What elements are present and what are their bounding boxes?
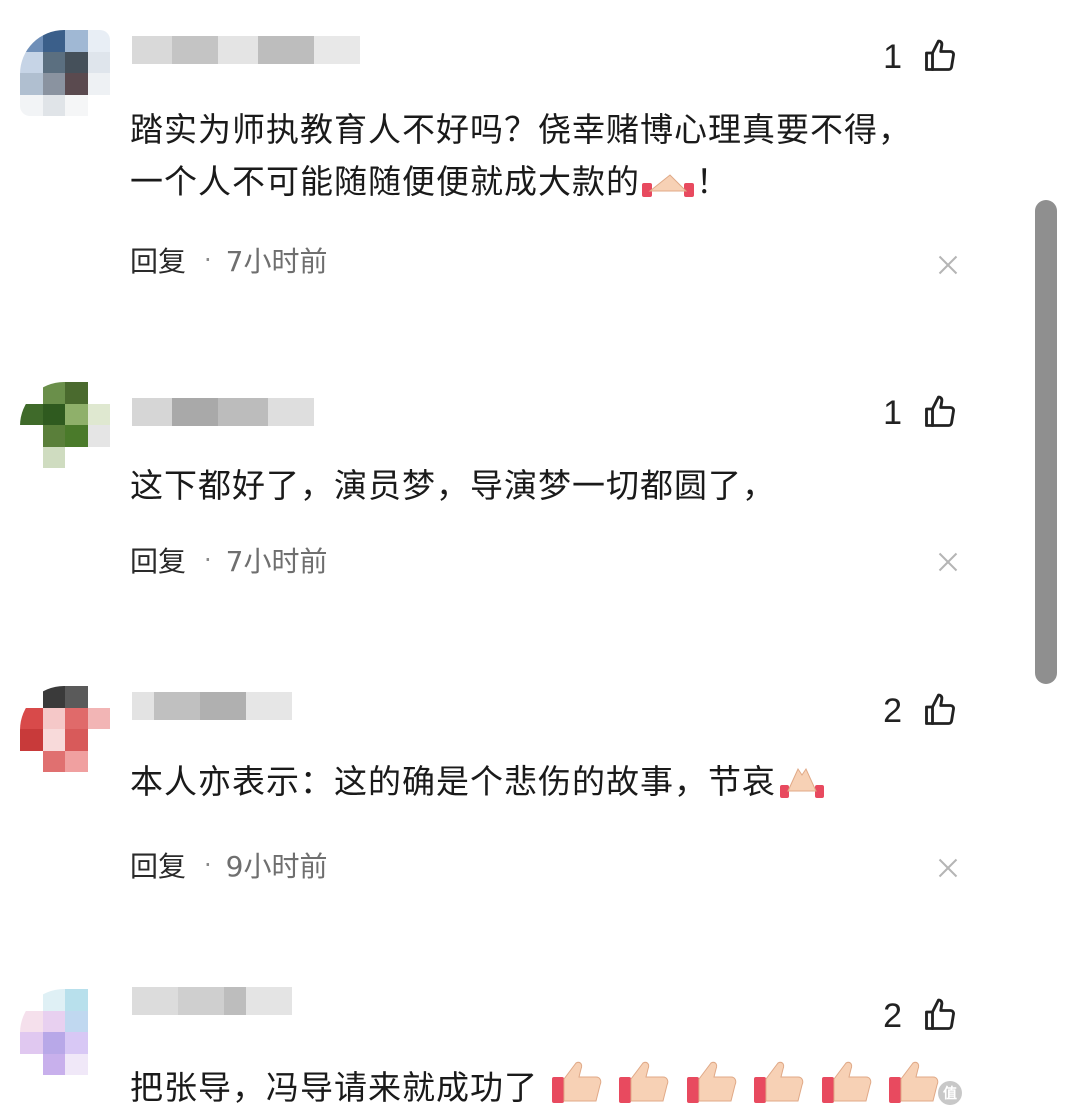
thumbs-up-emoji-row [538, 1061, 943, 1107]
like-count: 1 [883, 38, 902, 76]
comment-meta: 回复 · 9小时前 [130, 845, 327, 885]
like-count: 2 [883, 692, 902, 730]
username-blurred[interactable] [132, 36, 360, 64]
comment-text: 这下都好了，演员梦，导演梦一切都圆了， [130, 460, 776, 512]
comment-text: 把张导，冯导请来就成功了 [130, 1059, 943, 1114]
watermark-logo-icon: 值 [938, 1080, 962, 1105]
username-blurred[interactable] [132, 987, 292, 1015]
separator-dot: · [204, 851, 212, 879]
comment-text-segment: 把张导，冯导请来就成功了 [130, 1068, 538, 1107]
close-icon[interactable] [938, 858, 958, 878]
pray-hands-emoji-icon [780, 767, 824, 798]
comment-2: 1 这下都好了，演员梦，导演梦一切都圆了， 回复 · 7小时前 [0, 370, 1030, 620]
thumbs-up-emoji-icon [551, 1061, 601, 1103]
comment-3: 2 本人亦表示：这的确是个悲伤的故事，节哀 回复 · 9小时前 [0, 670, 1030, 930]
comment-meta: 回复 · 7小时前 [130, 240, 327, 280]
thumbs-up-icon[interactable] [922, 692, 958, 728]
thumbs-up-icon[interactable] [922, 394, 958, 430]
avatar[interactable] [20, 989, 110, 1075]
comment-text-line: 本人亦表示：这的确是个悲伤的故事，节哀 [130, 756, 828, 808]
reply-button[interactable]: 回复 [130, 240, 186, 280]
thumbs-up-emoji-icon [821, 1061, 871, 1103]
watermark-text: 什么值得买 [970, 1082, 1070, 1106]
thumbs-up-icon[interactable] [922, 38, 958, 74]
avatar[interactable] [20, 686, 110, 772]
timestamp: 7小时前 [225, 245, 328, 278]
comment-text-tail: ！ [696, 162, 730, 201]
comment-1: 1 踏实为师执教育人不好吗？侥幸赌博心理真要不得， 一个人不可能随随便便就成大款… [0, 0, 1030, 330]
close-icon[interactable] [938, 552, 958, 572]
thumbs-up-emoji-icon [686, 1061, 736, 1103]
like-count: 1 [883, 394, 902, 432]
avatar[interactable] [20, 30, 110, 116]
comment-text-line: 一个人不可能随随便便就成大款的 ！ [130, 156, 912, 208]
comment-text: 本人亦表示：这的确是个悲伤的故事，节哀 [130, 756, 828, 808]
comment-meta: 回复 · 7小时前 [130, 540, 327, 580]
comment-text-line: 把张导，冯导请来就成功了 [130, 1059, 943, 1114]
timestamp: 9小时前 [225, 850, 328, 883]
like-count: 2 [883, 997, 902, 1035]
scrollbar-thumb[interactable] [1035, 200, 1057, 684]
avatar[interactable] [20, 382, 110, 468]
comment-text: 踏实为师执教育人不好吗？侥幸赌博心理真要不得， 一个人不可能随随便便就成大款的 … [130, 104, 912, 208]
comment-text-line: 踏实为师执教育人不好吗？侥幸赌博心理真要不得， [130, 110, 912, 149]
username-blurred[interactable] [132, 692, 292, 720]
comment-4: 2 把张导，冯导请来就成功了 [0, 975, 1030, 1115]
comment-text-segment: 本人亦表示：这的确是个悲伤的故事，节哀 [130, 762, 776, 801]
separator-dot: · [204, 546, 212, 574]
thumbs-up-emoji-icon [889, 1061, 939, 1103]
thumbs-up-emoji-icon [754, 1061, 804, 1103]
pray-hands-emoji-icon [642, 174, 694, 197]
reply-button[interactable]: 回复 [130, 845, 186, 885]
reply-button[interactable]: 回复 [130, 540, 186, 580]
close-icon[interactable] [938, 255, 958, 275]
watermark: 值 什么值得买 [938, 1078, 1070, 1107]
timestamp: 7小时前 [225, 545, 328, 578]
thumbs-up-emoji-icon [619, 1061, 669, 1103]
thumbs-up-icon[interactable] [922, 997, 958, 1033]
username-blurred[interactable] [132, 398, 314, 426]
separator-dot: · [204, 246, 212, 274]
comment-text-segment: 一个人不可能随随便便就成大款的 [130, 162, 640, 201]
comment-text-line: 这下都好了，演员梦，导演梦一切都圆了， [130, 466, 776, 505]
